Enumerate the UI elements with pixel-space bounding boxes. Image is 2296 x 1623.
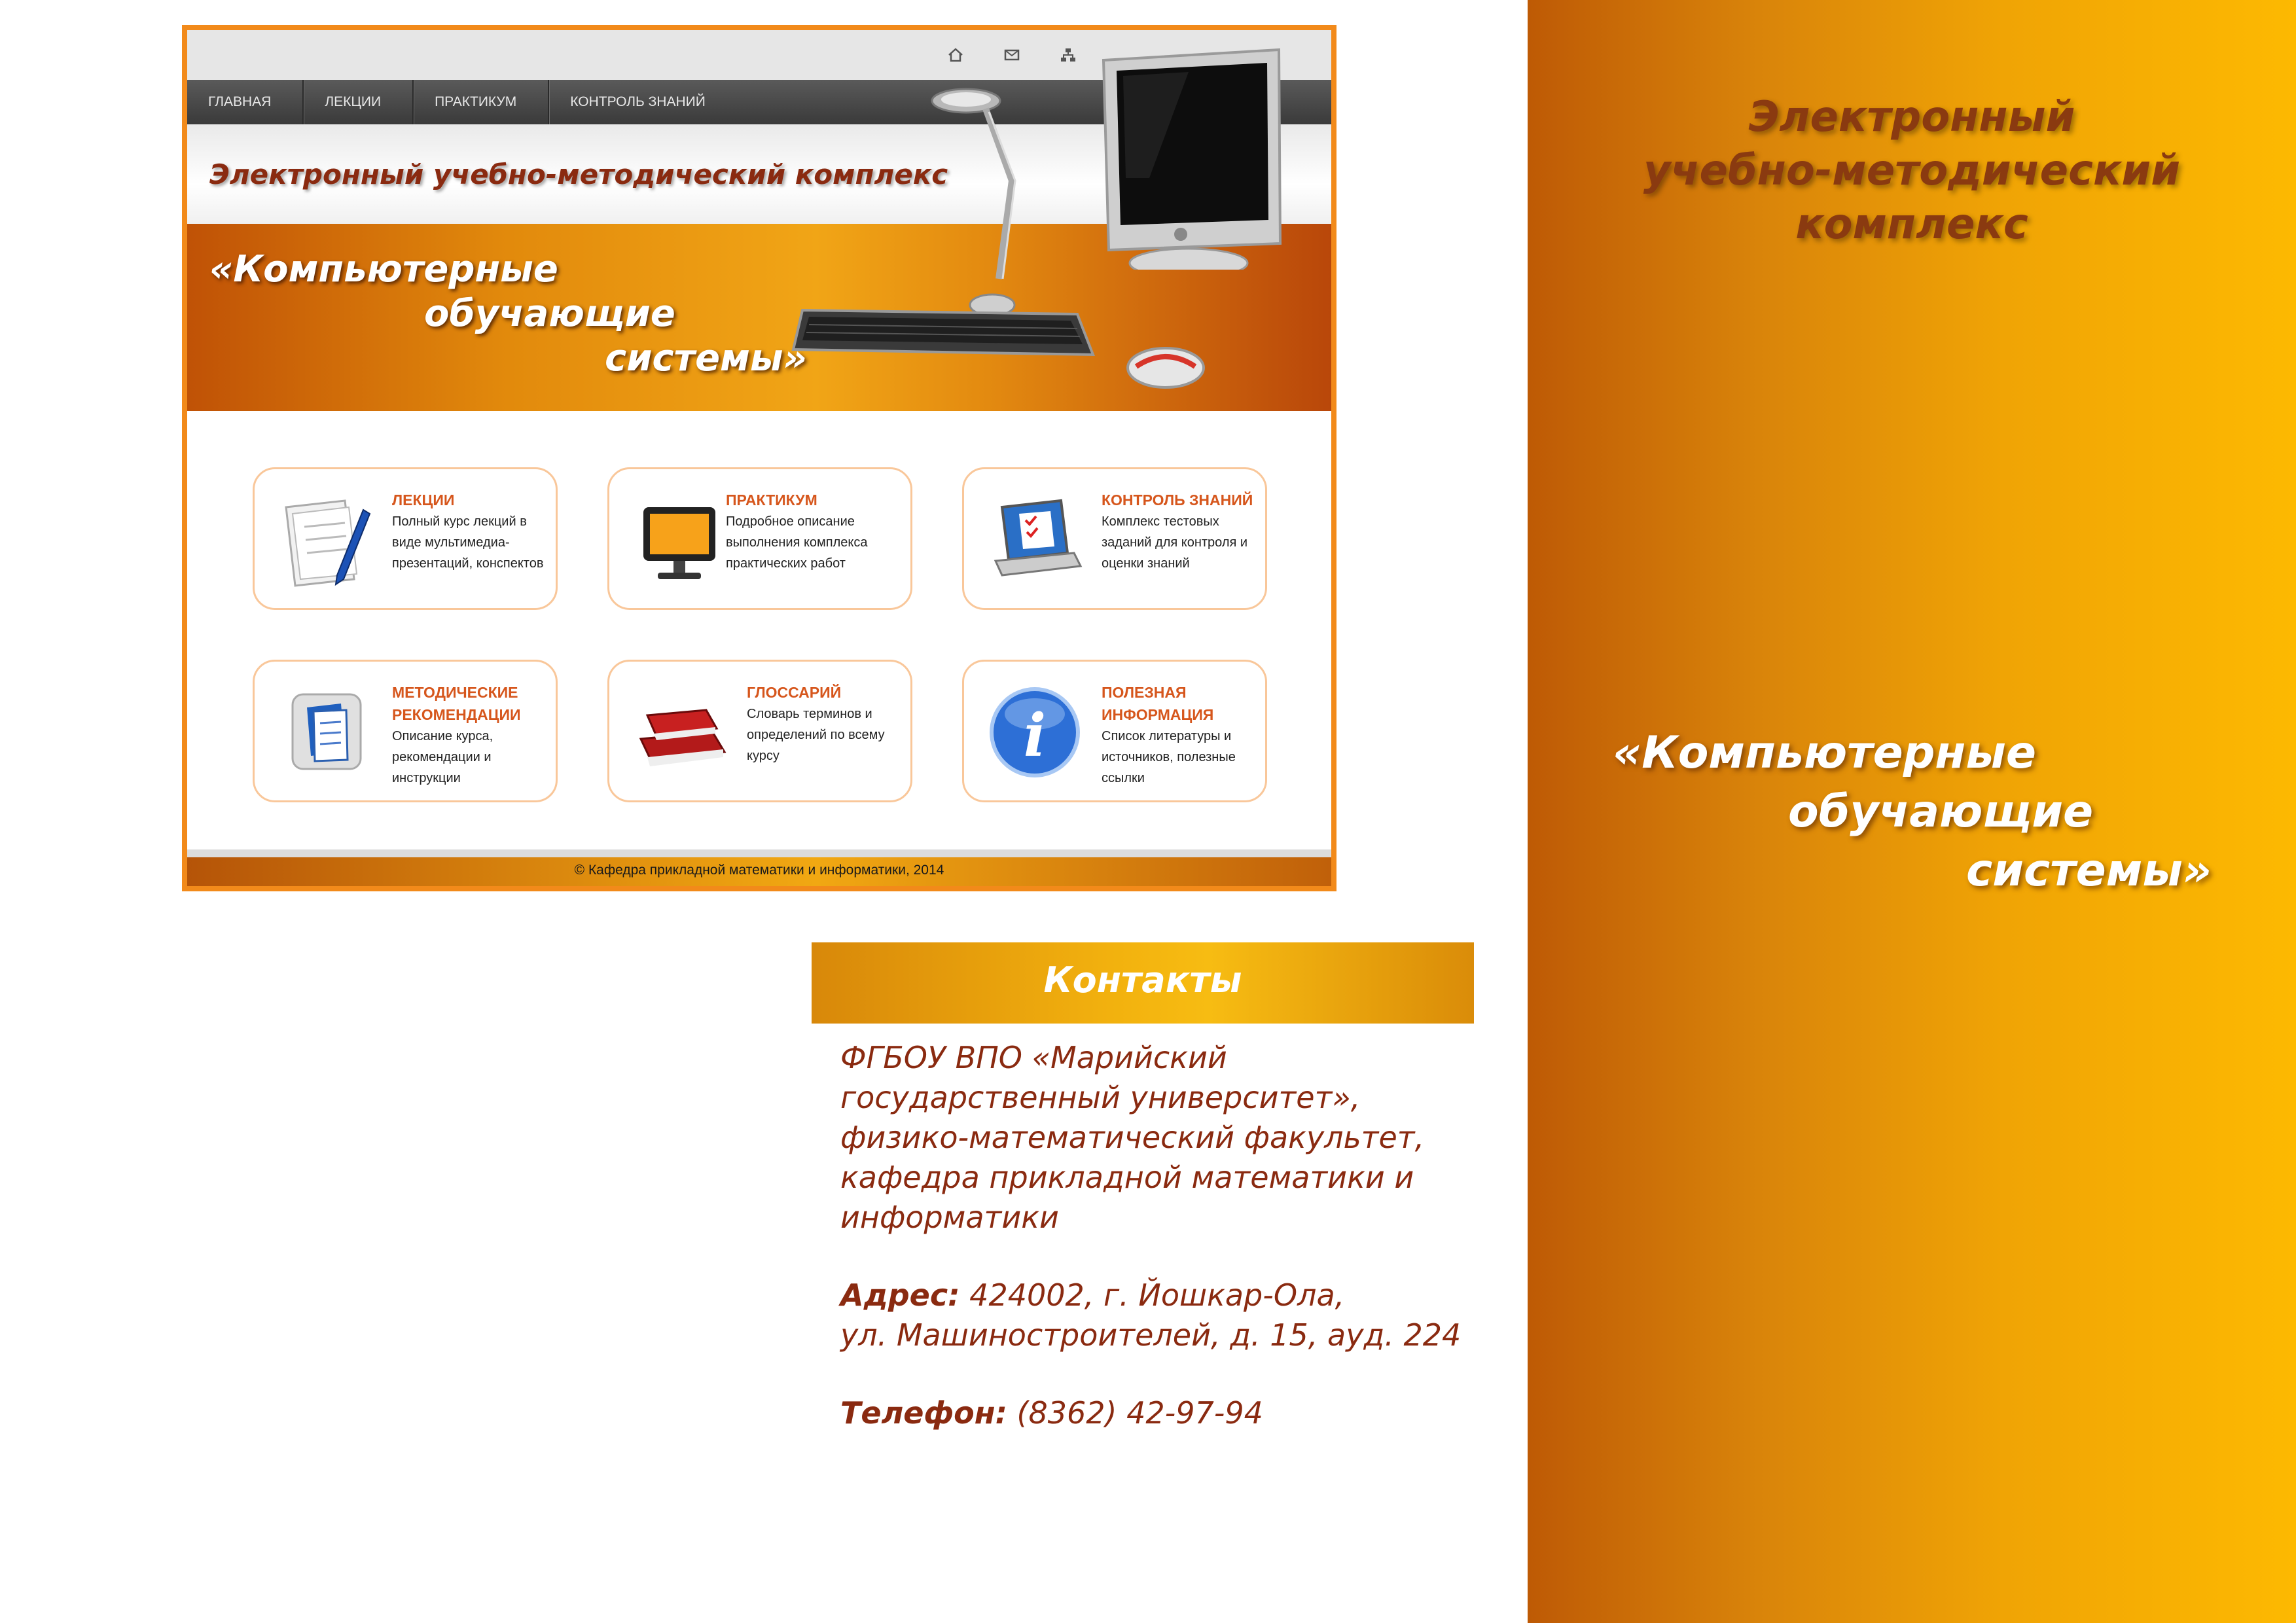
phone-line: Телефон: (8362) 42-97-94 [840, 1393, 1495, 1433]
card-methodical[interactable]: МЕТОДИЧЕСКИЕ РЕКОМЕНДАЦИИ Описание курса… [253, 660, 558, 802]
page: ГЛАВНАЯ ЛЕКЦИИ ПРАКТИКУМ КОНТРОЛЬ ЗНАНИЙ… [0, 0, 2296, 1623]
banner-line-3: системы» [605, 337, 807, 380]
address-line-2: ул. Машиностроителей, д. 15, ауд. 224 [840, 1317, 1462, 1353]
monitor-icon [643, 507, 715, 579]
nav-item-practicum[interactable]: ПРАКТИКУМ [414, 80, 550, 124]
address-label: Адрес: [840, 1277, 960, 1313]
website-screenshot: ГЛАВНАЯ ЛЕКЦИИ ПРАКТИКУМ КОНТРОЛЬ ЗНАНИЙ… [182, 25, 1336, 891]
contacts-title: Контакты [1043, 959, 1242, 1001]
contacts-header: Контакты [812, 942, 1474, 1024]
mail-icon[interactable] [1003, 46, 1021, 64]
card-title-knowledge-control: КОНТРОЛЬ ЗНАНИЙ [1102, 491, 1253, 508]
footer-copyright: © Кафедра прикладной математики и информ… [574, 863, 944, 878]
card-title-practicum: ПРАКТИКУМ [726, 491, 817, 508]
header-title: Электронный учебно-методический комплекс [209, 158, 948, 190]
card-title-lectures: ЛЕКЦИИ [392, 491, 455, 508]
panel-subtitle-line-3: системы» [1966, 845, 2212, 897]
panel-title-line-3: комплекс [1795, 200, 2028, 249]
home-icon[interactable] [946, 46, 965, 64]
card-title-glossary: ГЛОССАРИЙ [747, 684, 842, 701]
panel-subtitle-line-2: обучающие [1788, 786, 2094, 838]
card-desc-lectures: Полный курс лекций в виде мультимедиа-пр… [392, 514, 544, 571]
address-value-1: 424002, г. Йошкар-Ола, [969, 1277, 1345, 1313]
card-desc-glossary: Словарь терминов и определений по всему … [747, 707, 885, 763]
content-area: ЛЕКЦИИ Полный курс лекций в виде мультим… [187, 424, 1331, 859]
card-knowledge-control[interactable]: КОНТРОЛЬ ЗНАНИЙ Комплекс тестовых задани… [962, 467, 1267, 610]
info-icon: i [990, 687, 1080, 777]
nav-item-lectures[interactable]: ЛЕКЦИИ [304, 80, 414, 124]
keyboard-illustration [791, 308, 1095, 357]
panel-subtitle-line-1: «Компьютерные [1613, 727, 2036, 779]
card-desc-useful-info: Список литературы и источников, полезные… [1102, 729, 1236, 785]
phone-value: (8362) 42-97-94 [1016, 1395, 1263, 1431]
card-title-methodical: МЕТОДИЧЕСКИЕ РЕКОМЕНДАЦИИ [392, 684, 521, 723]
nav-item-home[interactable]: ГЛАВНАЯ [187, 80, 304, 124]
card-glossary[interactable]: ГЛОССАРИЙ Словарь терминов и определений… [607, 660, 912, 802]
card-practicum[interactable]: ПРАКТИКУМ Подробное описание выполнения … [607, 467, 912, 610]
desk-lamp-illustration [931, 88, 1016, 317]
footer-divider [187, 849, 1331, 857]
mouse-illustration [1126, 347, 1205, 389]
banner-line-1: «Компьютерные [209, 248, 558, 291]
org-line-3: физико-математический факультет, [840, 1120, 1425, 1155]
monitor-illustration [1102, 48, 1282, 270]
card-lectures[interactable]: ЛЕКЦИИ Полный курс лекций в виде мультим… [253, 467, 558, 610]
panel-title: Электронный учебно-методический комплекс [1528, 90, 2296, 251]
footer: © Кафедра прикладной математики и информ… [187, 857, 1331, 886]
card-useful-info[interactable]: i ПОЛЕЗНАЯ ИНФОРМАЦИЯ Список литературы … [962, 660, 1267, 802]
top-icons [946, 46, 1077, 64]
card-desc-practicum: Подробное описание выполнения комплекса … [726, 514, 868, 571]
org-line-1: ФГБОУ ВПО «Марийский [840, 1040, 1227, 1075]
org-line-4: кафедра прикладной математики и [840, 1160, 1414, 1195]
card-desc-methodical: Описание курса, рекомендации и инструкци… [392, 729, 493, 785]
books-icon [639, 709, 726, 766]
card-title-useful-info: ПОЛЕЗНАЯ ИНФОРМАЦИЯ [1102, 684, 1214, 723]
right-panel: Электронный учебно-методический комплекс… [1528, 0, 2296, 1623]
phone-label: Телефон: [840, 1395, 1007, 1431]
panel-title-line-1: Электронный [1748, 93, 2075, 141]
nav-item-knowledge-control[interactable]: КОНТРОЛЬ ЗНАНИЙ [549, 80, 737, 124]
org-line-2: государственный университет», [840, 1080, 1361, 1115]
svg-text:i: i [1024, 701, 1046, 770]
contacts-body: ФГБОУ ВПО «Марийский государственный уни… [840, 1038, 1495, 1433]
laptop-test-icon [994, 499, 1083, 577]
panel-subtitle: «Компьютерные обучающие системы» [1528, 724, 2296, 901]
panel-title-line-2: учебно-методический [1643, 147, 2181, 195]
banner-line-2: обучающие [424, 293, 675, 335]
org-line-5: информатики [840, 1200, 1059, 1235]
card-desc-knowledge-control: Комплекс тестовых заданий для контроля и… [1102, 514, 1248, 571]
lecture-notes-icon [285, 499, 371, 587]
banner-text: «Компьютерные обучающие системы» [209, 247, 807, 381]
documents-icon [291, 693, 362, 770]
address-line-1: Адрес: 424002, г. Йошкар-Ола, [840, 1275, 1495, 1315]
